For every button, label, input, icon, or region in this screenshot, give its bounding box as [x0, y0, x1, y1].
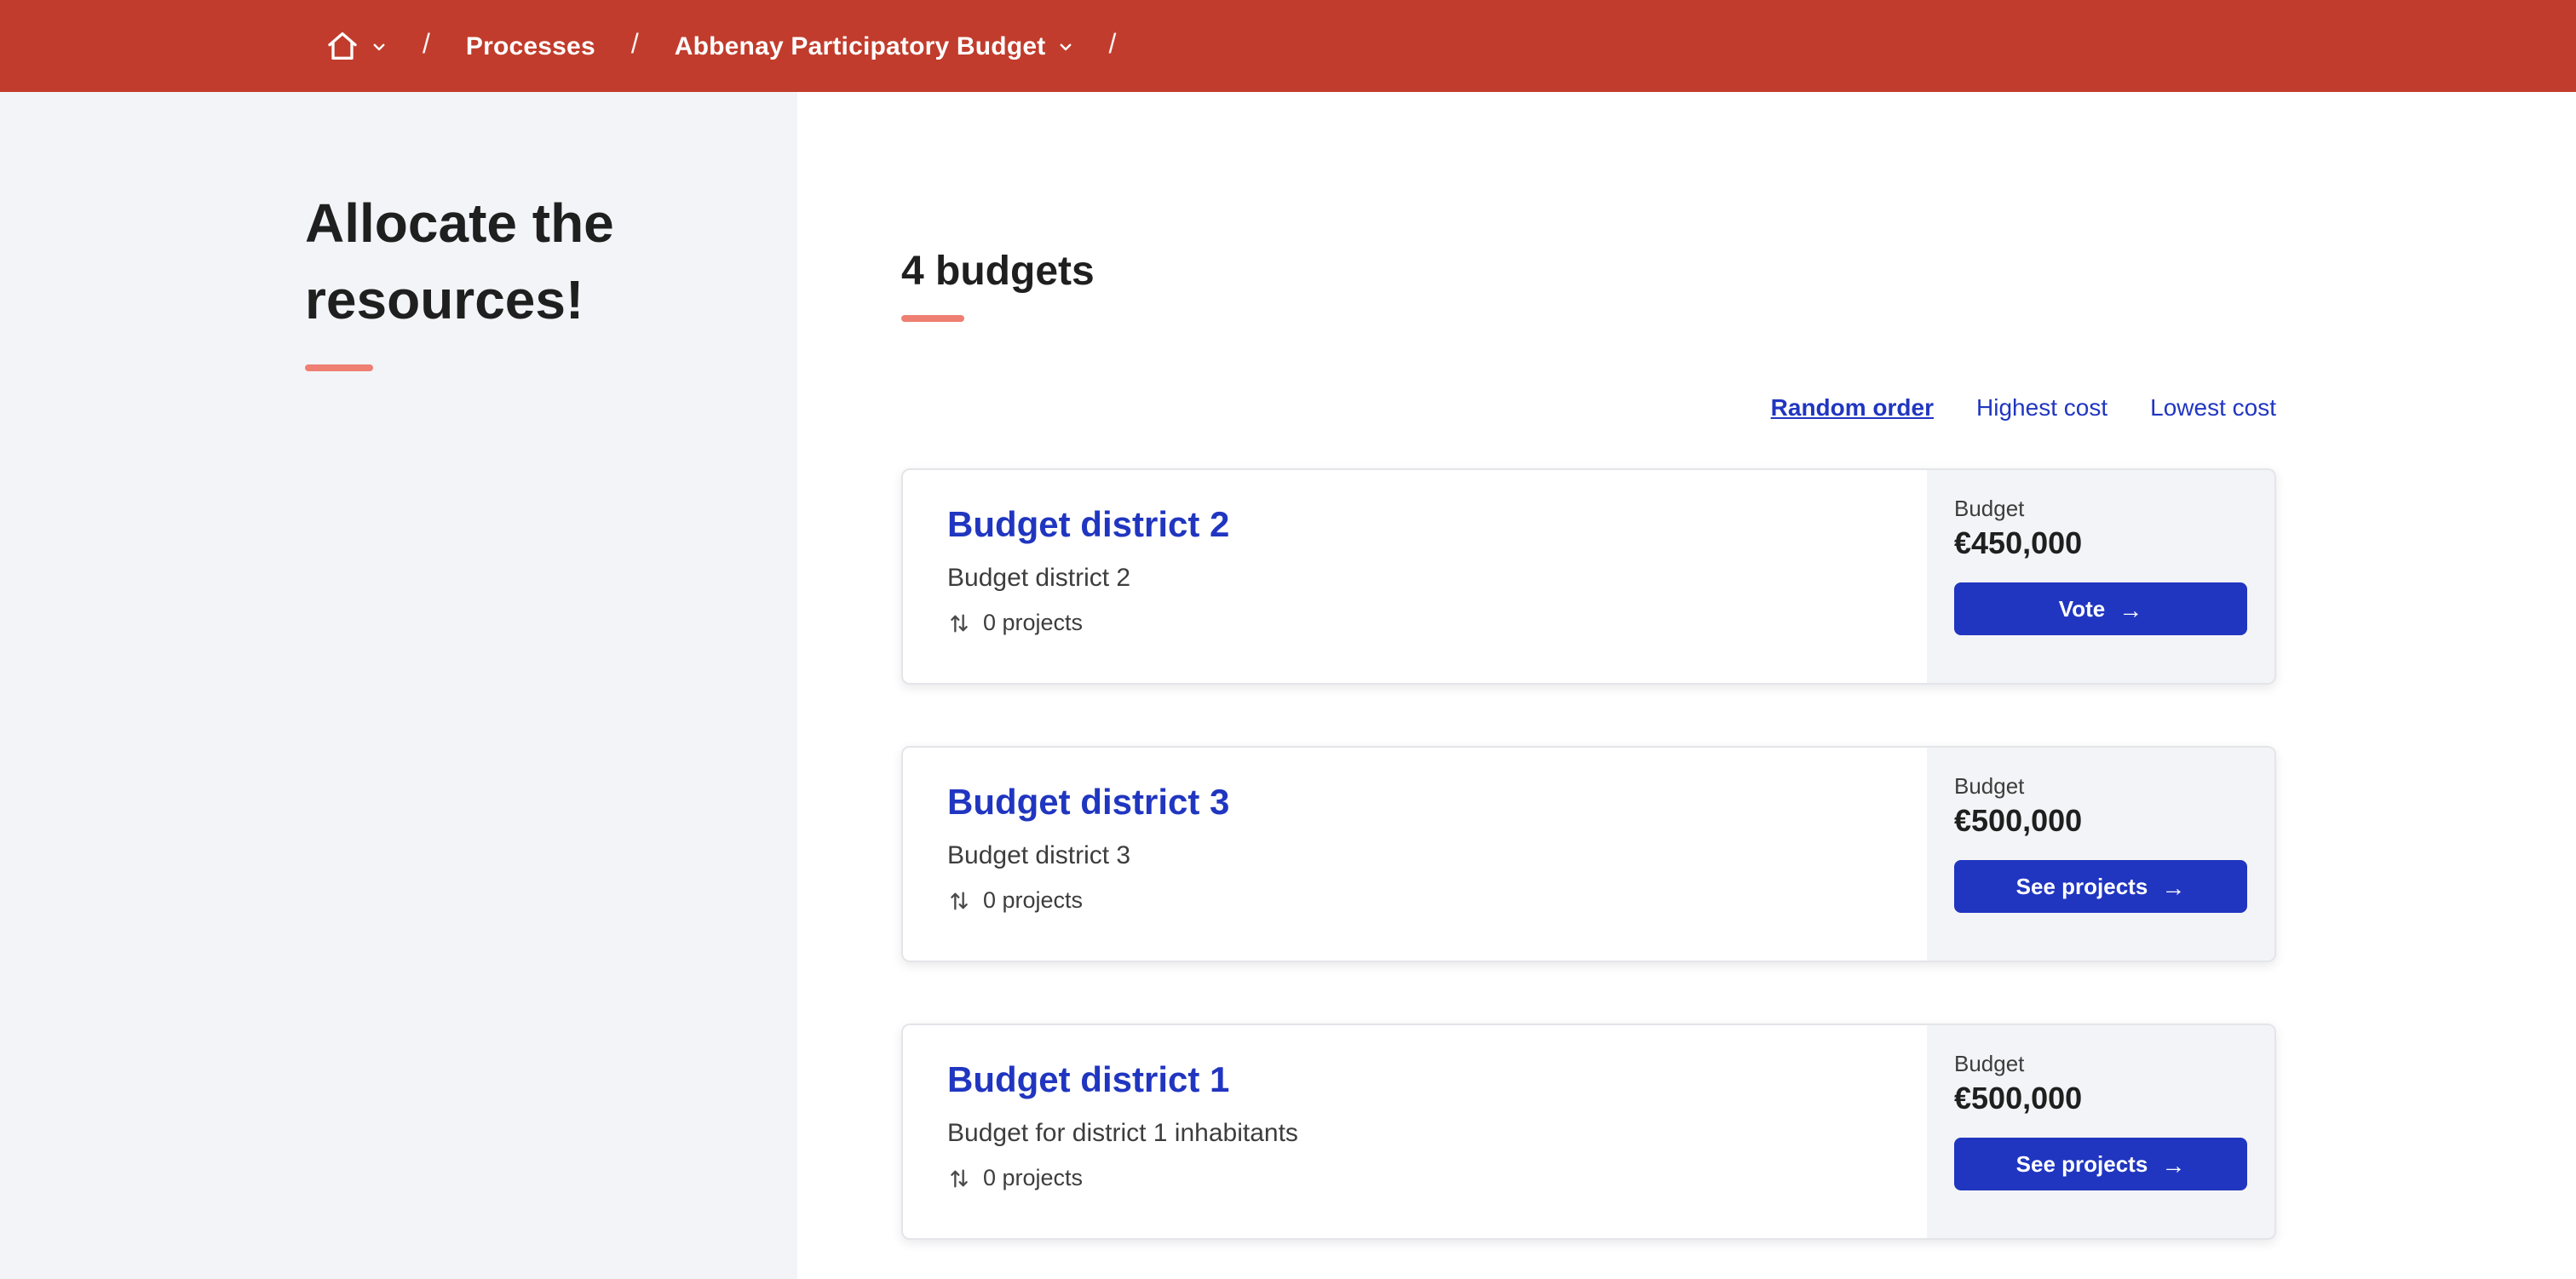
budget-projects-count: 0 projects: [947, 887, 1883, 913]
arrow-right-icon: →: [2161, 1150, 2186, 1178]
projects-count-label: 0 projects: [983, 610, 1084, 635]
main: 4 budgets Random order Highest cost Lowe…: [797, 92, 2576, 1279]
chevron-down-icon[interactable]: [1057, 38, 1072, 54]
breadcrumb-separator: /: [630, 31, 639, 60]
budget-amount: €500,000: [1954, 1081, 2083, 1116]
budget-description: Budget for district 1 inhabitants: [947, 1119, 1298, 1148]
budget-description: Budget district 3: [947, 841, 1131, 870]
vote-button[interactable]: Vote →: [1954, 582, 2247, 635]
budget-title-link[interactable]: Budget district 2: [947, 506, 1229, 547]
breadcrumb-separator: /: [1108, 31, 1117, 60]
sort-random-order[interactable]: Random order: [1771, 393, 1934, 421]
budget-description: Budget district 2: [947, 564, 1131, 593]
arrow-right-icon: →: [2161, 873, 2186, 900]
budget-aside: Budget €500,000 See projects →: [1927, 1025, 2274, 1238]
swap-vertical-icon: [947, 888, 971, 912]
see-projects-button-label: See projects: [2015, 1151, 2148, 1177]
budget-label: Budget: [1954, 496, 2025, 521]
budget-title-link[interactable]: Budget district 1: [947, 1061, 1229, 1102]
budget-label: Budget: [1954, 773, 2025, 799]
projects-count-label: 0 projects: [983, 1165, 1084, 1190]
budget-card: Budget district 2 Budget district 2 0 pr…: [901, 468, 2276, 685]
chevron-down-icon[interactable]: [371, 38, 387, 54]
see-projects-button[interactable]: See projects →: [1954, 860, 2247, 913]
topbar: / Processes / Abbenay Participatory Budg…: [0, 0, 2576, 92]
budget-label: Budget: [1954, 1051, 2025, 1076]
budgets-count-heading: 4 budgets: [901, 249, 1095, 295]
budget-aside: Budget €450,000 Vote →: [1927, 470, 2274, 683]
breadcrumb-home[interactable]: [325, 29, 387, 63]
budgets-page: / Processes / Abbenay Participatory Budg…: [0, 0, 2576, 1279]
arrow-right-icon: →: [2119, 595, 2143, 622]
breadcrumb-link-process-title[interactable]: Abbenay Participatory Budget: [675, 32, 1046, 60]
title-underline-decorator: [305, 364, 373, 371]
sort-highest-cost[interactable]: Highest cost: [1976, 393, 2107, 421]
budget-amount: €500,000: [1954, 804, 2083, 838]
sidebar: Allocate the resources!: [0, 92, 797, 1279]
see-projects-button-label: See projects: [2015, 874, 2148, 899]
content: Allocate the resources! 4 budgets Random…: [0, 92, 2576, 1279]
budget-card: Budget district 3 Budget district 3 0 pr…: [901, 746, 2276, 962]
budget-card-list: Budget district 2 Budget district 2 0 pr…: [901, 468, 2276, 1240]
breadcrumb-separator: /: [423, 31, 430, 60]
heading-underline-decorator: [901, 315, 964, 322]
budget-card-body: Budget district 1 Budget for district 1 …: [903, 1025, 1927, 1238]
breadcrumb-current-process[interactable]: Abbenay Participatory Budget: [675, 32, 1073, 60]
swap-vertical-icon: [947, 611, 971, 634]
breadcrumb: / Processes / Abbenay Participatory Budg…: [325, 29, 1116, 63]
sort-lowest-cost[interactable]: Lowest cost: [2150, 393, 2276, 421]
see-projects-button[interactable]: See projects →: [1954, 1138, 2247, 1190]
swap-vertical-icon: [947, 1166, 971, 1190]
vote-button-label: Vote: [2058, 596, 2106, 622]
breadcrumb-link-processes[interactable]: Processes: [466, 32, 595, 60]
home-icon[interactable]: [325, 29, 359, 63]
page-title: Allocate the resources!: [305, 192, 614, 331]
projects-count-label: 0 projects: [983, 887, 1084, 913]
budget-projects-count: 0 projects: [947, 1165, 1883, 1190]
budget-aside: Budget €500,000 See projects →: [1927, 748, 2274, 961]
budget-card: Budget district 1 Budget for district 1 …: [901, 1024, 2276, 1240]
sort-controls: Random order Highest cost Lowest cost: [901, 393, 2276, 421]
budget-amount: €450,000: [1954, 526, 2083, 560]
budget-card-body: Budget district 3 Budget district 3 0 pr…: [903, 748, 1927, 961]
budget-title-link[interactable]: Budget district 3: [947, 783, 1229, 824]
budget-card-body: Budget district 2 Budget district 2 0 pr…: [903, 470, 1927, 683]
budget-projects-count: 0 projects: [947, 610, 1883, 635]
